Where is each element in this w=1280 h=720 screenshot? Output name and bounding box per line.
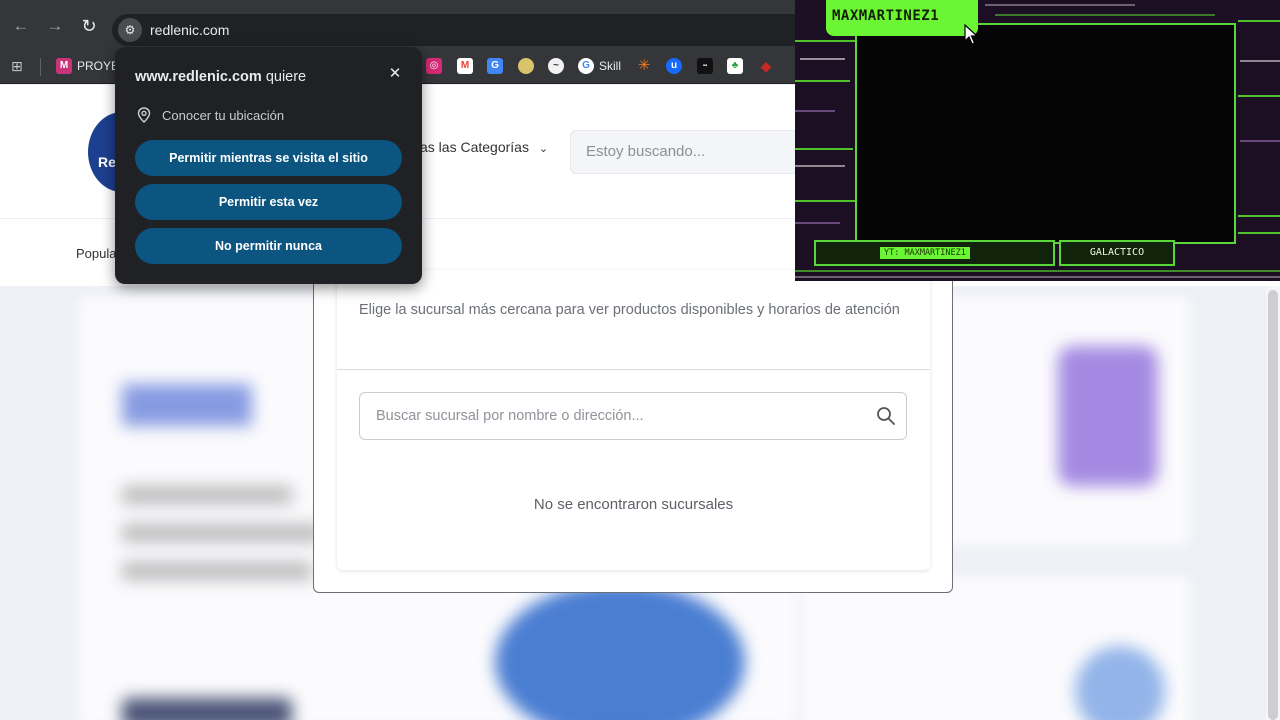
branch-search-input[interactable]: Buscar sucursal por nombre o dirección..…: [359, 392, 907, 440]
categories-menu[interactable]: as las Categorías ⌄: [420, 139, 548, 155]
bookmark-translate[interactable]: G: [487, 57, 503, 75]
dark-badge-icon: ▪▪: [697, 58, 713, 74]
translate-icon: G: [487, 58, 503, 74]
blurred-phone-image: [1058, 346, 1158, 486]
glitch-stripe: [795, 148, 853, 150]
swirl-icon: ~: [548, 58, 564, 74]
glitch-stripe: [795, 222, 840, 224]
modal-description: Elige la sucursal más cercana para ver p…: [359, 302, 900, 318]
red-icon: ◆: [760, 58, 772, 74]
bookmark-yellow[interactable]: [518, 57, 534, 75]
streamer-handle-bar: YT: MAXMARTINEZ1: [814, 240, 1055, 266]
close-icon[interactable]: ✕: [387, 66, 403, 82]
m-favicon-icon: M: [56, 58, 72, 74]
address-bar[interactable]: ⚙ redlenic.com: [112, 14, 812, 46]
permission-title: www.redlenic.com quiere: [135, 69, 306, 85]
google-icon: G: [578, 58, 594, 74]
bookmark-u[interactable]: u: [666, 57, 682, 75]
glitch-stripe: [1240, 60, 1280, 62]
blurred-button: [122, 698, 292, 720]
site-info-icon[interactable]: ⚙: [118, 18, 142, 42]
mouse-cursor-icon: [964, 24, 978, 45]
scrollbar-thumb[interactable]: [1268, 290, 1278, 720]
glitch-stripe: [1238, 20, 1280, 22]
permission-site: www.redlenic.com: [135, 69, 262, 85]
search-icon[interactable]: [876, 406, 896, 426]
nav-item-popular[interactable]: Popula: [76, 246, 116, 261]
reload-icon[interactable]: ↻: [79, 16, 99, 36]
glitch-stripe: [800, 58, 845, 60]
glitch-stripe: [995, 14, 1215, 16]
allow-this-time-button[interactable]: Permitir esta vez: [135, 184, 402, 220]
glitch-stripe: [795, 270, 1280, 272]
apps-grid-icon[interactable]: ⊞: [11, 58, 27, 74]
bookmark-label: Skill: [599, 59, 622, 73]
modal-divider: [337, 369, 930, 370]
site-search-placeholder: Estoy buscando...: [586, 143, 706, 160]
chevron-down-icon: ⌄: [538, 143, 549, 155]
green-leaf-icon: ♣: [727, 58, 743, 74]
instagram-icon: ◎: [426, 58, 442, 74]
bookmark-asterisk[interactable]: ✳: [636, 57, 652, 75]
bookmark-skill[interactable]: G Skill: [578, 57, 621, 75]
allow-while-visiting-button[interactable]: Permitir mientras se visita el sitio: [135, 140, 402, 176]
blurred-text-line: [122, 524, 322, 542]
permission-verb: quiere: [265, 69, 307, 85]
categories-label: as las Categorías: [420, 139, 529, 155]
branch-modal: Elige la sucursal más cercana para ver p…: [337, 270, 930, 570]
glitch-stripe: [795, 80, 850, 82]
blurred-logo-shape: [122, 384, 252, 426]
webcam-frame: [855, 23, 1236, 244]
bookmark-icon: [518, 58, 534, 74]
bookmarks-divider: [40, 58, 41, 76]
location-permission-popup: www.redlenic.com quiere ✕ Conocer tu ubi…: [115, 47, 422, 284]
never-allow-button[interactable]: No permitir nunca: [135, 228, 402, 264]
glitch-stripe: [795, 40, 855, 42]
permission-request: Conocer tu ubicación: [162, 108, 285, 123]
bookmark-dark[interactable]: ▪▪: [697, 57, 713, 75]
back-arrow-icon[interactable]: ←: [11, 16, 31, 36]
glitch-stripe: [795, 200, 855, 202]
u-icon: u: [666, 58, 682, 74]
bookmark-swirl[interactable]: ~: [548, 57, 564, 75]
empty-results-message: No se encontraron sucursales: [533, 496, 734, 513]
glitch-stripe: [795, 276, 1280, 278]
bookmark-leaf[interactable]: ♣: [727, 57, 743, 75]
gmail-icon: M: [457, 58, 473, 74]
asterisk-icon: ✳: [637, 57, 651, 74]
bookmark-red[interactable]: ◆: [758, 57, 774, 75]
streamer-tag-bar: GALACTICO: [1059, 240, 1175, 266]
streamer-name-tab: MAXMARTINEZ1: [826, 0, 978, 36]
streamer-handle: YT: MAXMARTINEZ1: [880, 247, 970, 259]
blurred-text-line: [122, 562, 312, 580]
blurred-text-line: [122, 486, 292, 504]
url-text[interactable]: redlenic.com: [150, 22, 229, 38]
logo-text: Re: [98, 154, 116, 170]
bookmark-gmail[interactable]: M: [457, 57, 473, 75]
glitch-stripe: [795, 110, 835, 112]
bookmark-instagram[interactable]: ◎: [426, 57, 442, 75]
glitch-stripe: [985, 4, 1135, 6]
glitch-stripe: [795, 165, 845, 167]
glitch-stripe: [1240, 140, 1280, 142]
glitch-stripe: [1238, 95, 1280, 97]
branch-search-placeholder: Buscar sucursal por nombre o dirección..…: [376, 408, 644, 424]
glitch-stripe: [1238, 215, 1280, 217]
site-search-input[interactable]: Estoy buscando...: [570, 130, 810, 174]
glitch-stripe: [1238, 232, 1280, 234]
location-pin-icon: [137, 107, 151, 123]
forward-arrow-icon[interactable]: →: [45, 16, 65, 36]
